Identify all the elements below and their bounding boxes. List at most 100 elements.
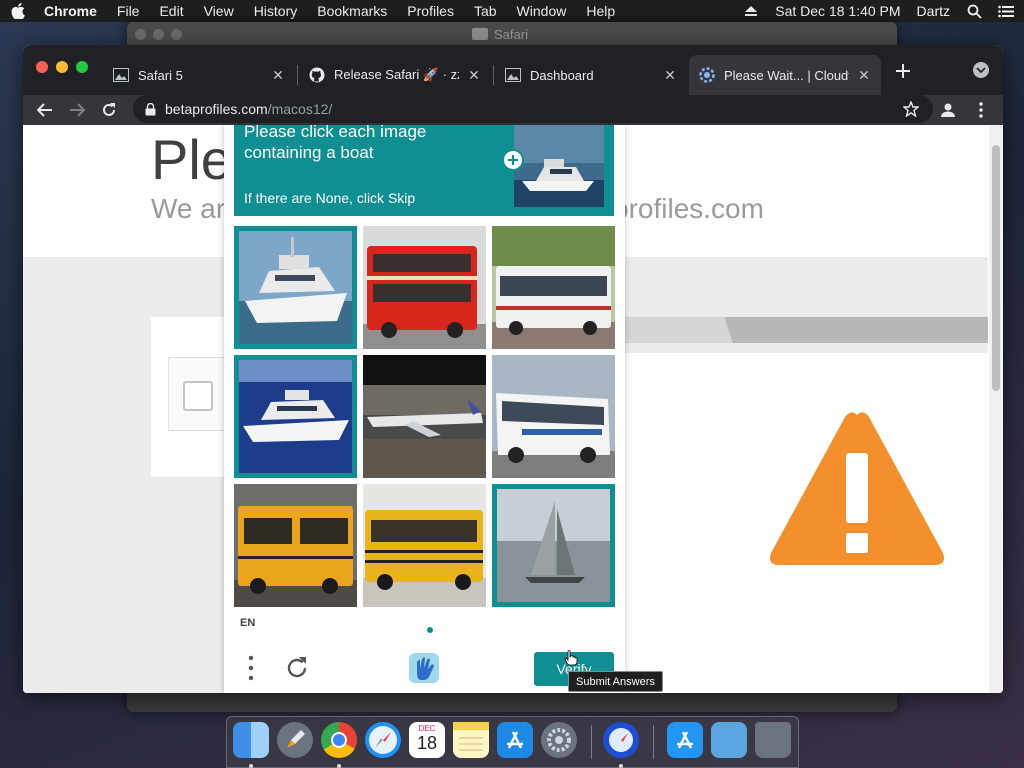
tab-label: Please Wait... | Cloudfla: [724, 67, 849, 83]
menu-edit[interactable]: Edit: [159, 3, 183, 19]
chrome-app-icon[interactable]: [321, 722, 357, 758]
tab-dashboard[interactable]: Dashboard ✕: [495, 55, 687, 95]
app-store-folder-icon[interactable]: [667, 722, 703, 758]
menu-help[interactable]: Help: [586, 3, 615, 19]
menu-user[interactable]: Dartz: [917, 3, 950, 19]
image-tile[interactable]: [363, 484, 486, 607]
tab-search-chevron-icon[interactable]: [973, 62, 989, 78]
tab-label: Dashboard: [530, 67, 594, 83]
hcaptcha-logo-icon: [409, 653, 439, 683]
url-host: betaprofiles.com: [165, 101, 268, 117]
image-tile[interactable]: [492, 226, 615, 349]
notes-app-icon[interactable]: [453, 722, 489, 758]
verify-tooltip: Submit Answers: [568, 671, 663, 692]
image-tile[interactable]: [492, 355, 615, 478]
trash-icon[interactable]: [755, 722, 791, 758]
url-path: /macos12/: [267, 101, 333, 117]
image-tile[interactable]: [234, 226, 357, 349]
close-window-button[interactable]: [36, 61, 48, 73]
safari-technology-preview-icon[interactable]: [603, 722, 639, 758]
tab-label: Safari 5: [138, 67, 183, 83]
tab-safari-5[interactable]: Safari 5 ✕: [103, 55, 295, 95]
image-grid: [234, 226, 615, 607]
launchpad-icon[interactable]: [277, 722, 313, 758]
scrollbar-thumb[interactable]: [992, 145, 1000, 391]
page-heading: Ple: [151, 128, 232, 191]
panel-header-shadow: [623, 343, 988, 353]
captcha-instruction: Please click each image containing a boa…: [244, 122, 427, 162]
background-window-title: Safari: [494, 26, 528, 42]
panel-header-tab: [623, 317, 733, 343]
image-tile[interactable]: [363, 226, 486, 349]
apple-menu-icon[interactable]: [10, 3, 26, 19]
notification-center-icon[interactable]: [998, 3, 1014, 19]
lock-icon[interactable]: [143, 102, 157, 116]
spotlight-search-icon[interactable]: [966, 3, 982, 19]
finder-icon[interactable]: [233, 722, 269, 758]
menu-app-name[interactable]: Chrome: [44, 3, 97, 19]
image-tile[interactable]: [234, 355, 357, 478]
page-scrollbar[interactable]: [989, 125, 1003, 693]
page-subheading-right: profiles.com: [613, 193, 764, 224]
warning-triangle-icon: [770, 412, 944, 565]
close-tab-icon[interactable]: ✕: [857, 67, 871, 83]
running-indicator: [337, 764, 341, 768]
menu-bookmarks[interactable]: Bookmarks: [317, 3, 387, 19]
tab-please-wait[interactable]: Please Wait... | Cloudfla ✕: [689, 55, 881, 95]
menu-tab[interactable]: Tab: [474, 3, 497, 19]
hcaptcha-challenge: Please click each image containing a boa…: [224, 122, 625, 693]
example-boat-image[interactable]: [514, 125, 604, 207]
close-tab-icon[interactable]: ✕: [467, 67, 481, 83]
new-tab-button[interactable]: [893, 61, 913, 81]
image-tile[interactable]: [234, 484, 357, 607]
window-controls: [36, 61, 88, 73]
bookmark-star-icon[interactable]: [902, 100, 920, 118]
app-store-icon[interactable]: [497, 722, 533, 758]
captcha-menu-icon[interactable]: [246, 655, 256, 681]
image-tile[interactable]: [492, 484, 615, 607]
page-subheading-left: We ar: [151, 193, 226, 224]
tab-release-safari[interactable]: Release Safari 🚀 · zza ✕: [299, 55, 491, 95]
forward-arrow-icon[interactable]: [66, 99, 88, 121]
menu-view[interactable]: View: [204, 3, 234, 19]
cloudflare-gear-icon: [699, 67, 715, 83]
system-preferences-icon[interactable]: [541, 722, 577, 758]
image-icon: [113, 67, 129, 83]
running-indicator: [619, 764, 623, 768]
background-window-titlebar[interactable]: Safari: [127, 22, 897, 46]
eject-icon[interactable]: [743, 3, 759, 19]
chrome-menu-icon[interactable]: [974, 101, 988, 119]
reload-icon[interactable]: [98, 99, 120, 121]
human-checkbox[interactable]: [183, 381, 213, 411]
menu-profiles[interactable]: Profiles: [407, 3, 454, 19]
profile-avatar-icon[interactable]: [939, 101, 957, 119]
image-icon: [505, 67, 521, 83]
github-icon: [309, 67, 325, 83]
calendar-month: DEC: [418, 724, 436, 733]
close-tab-icon[interactable]: ✕: [663, 67, 677, 83]
menu-bar: Chrome File Edit View History Bookmarks …: [0, 0, 1024, 22]
refresh-challenge-icon[interactable]: [284, 655, 310, 681]
menu-window[interactable]: Window: [517, 3, 567, 19]
dock-separator: [591, 725, 592, 759]
expand-example-icon[interactable]: [502, 149, 524, 171]
tab-label: Release Safari 🚀 · zza: [334, 67, 459, 82]
menu-clock[interactable]: Sat Dec 18 1:40 PM: [775, 3, 900, 19]
tab-separator: [493, 65, 494, 85]
folder-icon: [472, 28, 488, 40]
calendar-app-icon[interactable]: DEC 18: [409, 722, 445, 758]
language-selector[interactable]: EN: [240, 617, 255, 629]
menu-file[interactable]: File: [117, 3, 140, 19]
address-bar[interactable]: betaprofiles.com/macos12/: [133, 95, 933, 123]
menu-history[interactable]: History: [254, 3, 298, 19]
background-window-controls: [135, 28, 182, 40]
close-tab-icon[interactable]: ✕: [271, 67, 285, 83]
minimize-window-button[interactable]: [56, 61, 68, 73]
browser-toolbar: betaprofiles.com/macos12/: [23, 95, 1003, 125]
downloads-folder-icon[interactable]: [711, 722, 747, 758]
back-arrow-icon[interactable]: [34, 99, 56, 121]
safari-app-icon[interactable]: [365, 722, 401, 758]
image-tile[interactable]: [363, 355, 486, 478]
dock: DEC 18: [226, 716, 799, 768]
zoom-window-button[interactable]: [76, 61, 88, 73]
